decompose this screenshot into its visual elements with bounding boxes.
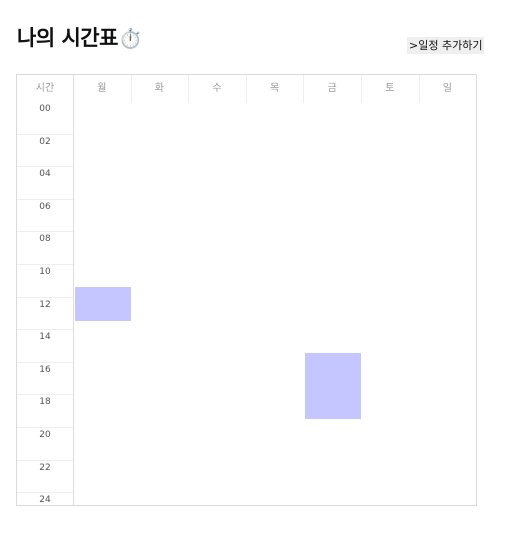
day-header: 일 [442,83,452,94]
page-title: 나의 시간표⏱️ [17,22,143,52]
day-header: 수 [212,83,222,94]
hour-divider [17,427,73,428]
time-header: 시간 [35,83,55,94]
hour-label: 06 [39,201,51,212]
hour-label: 22 [39,462,51,473]
hour-divider [17,394,73,396]
hour-divider [17,296,73,298]
schedule-event[interactable] [305,352,361,419]
stopwatch-icon: ⏱️ [118,28,143,50]
add-schedule-button[interactable]: >일정 추가하기 [407,37,485,54]
hour-label: 04 [39,169,51,180]
hour-divider [17,198,73,200]
day-header: 토 [385,83,395,94]
hour-label: 16 [39,364,51,375]
hour-divider [17,231,73,233]
hour-divider [17,166,73,168]
hour-label: 08 [39,234,51,245]
hour-divider [17,492,73,494]
day-header-divider [245,75,247,103]
hour-label: 24 [39,495,51,506]
hour-label: 00 [39,104,51,114]
day-header: 화 [154,83,164,94]
day-header: 목 [269,83,280,94]
hour-divider [17,329,73,331]
day-header-divider [130,75,132,103]
day-header: 월 [97,83,107,94]
schedule-event[interactable] [75,287,131,321]
title-text: 나의 시간표 [17,26,118,50]
hour-label: 12 [39,299,51,310]
hour-label: 18 [39,397,51,408]
day-header: 금 [327,83,337,94]
hour-divider [17,133,73,135]
hour-divider [17,264,73,265]
timetable: 시간 월 화 수 목 금 토 일 00 02 04 06 08 10 12 14 16 18 20 22 24 [16,74,477,506]
hour-label: 10 [39,267,51,277]
hour-divider [17,459,73,461]
day-header-divider [303,75,305,103]
hour-divider [17,361,73,363]
hour-label: 20 [39,430,51,440]
day-header-divider [188,75,190,103]
day-header-divider [361,75,362,103]
day-header-divider [418,75,420,103]
hour-label: 14 [39,332,51,343]
hour-label: 02 [39,136,51,147]
